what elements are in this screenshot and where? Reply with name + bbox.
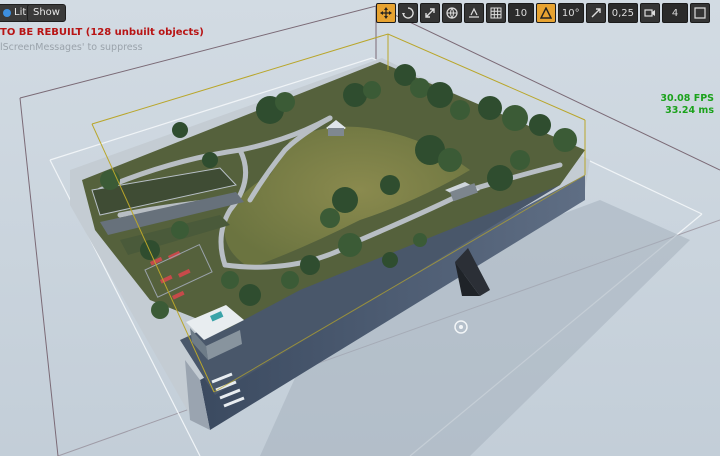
surface-snap-button[interactable] <box>463 3 484 23</box>
globe-icon <box>446 7 458 19</box>
maximize-viewport-button[interactable] <box>690 3 710 23</box>
translate-mode-button[interactable] <box>375 3 396 23</box>
scale-snap-button[interactable] <box>585 3 606 23</box>
lighting-rebuild-warning: TO BE REBUILT (128 unbuilt objects) <box>0 27 204 38</box>
rotate-mode-button[interactable] <box>397 3 418 23</box>
show-label: Show <box>33 7 60 18</box>
scene-render <box>0 0 720 456</box>
grid-snap-value[interactable]: 10 <box>507 3 534 23</box>
world-local-toggle[interactable] <box>441 3 462 23</box>
scale-snap-icon <box>591 8 601 18</box>
grid-snap-button[interactable] <box>485 3 506 23</box>
camera-icon <box>644 9 655 17</box>
rotation-snap-button[interactable] <box>535 3 556 23</box>
level-viewport[interactable]: Lit Show TO BE REBUILT (128 unbuilt obje… <box>0 0 720 456</box>
lit-label: Lit <box>14 7 27 18</box>
surface-snap-icon <box>468 7 479 18</box>
scale-snap-value[interactable]: 0,25 <box>607 3 638 23</box>
suppress-hint: lScreenMessages' to suppress <box>0 42 143 53</box>
viewport-toolbar: 10 10° 0,25 4 <box>375 3 710 23</box>
lit-sphere-icon <box>3 9 11 17</box>
frame-time-readout: 33.24 ms <box>665 105 714 116</box>
grid-icon <box>490 7 502 19</box>
camera-speed-button[interactable] <box>640 3 660 23</box>
show-flags-button[interactable]: Show <box>27 4 66 22</box>
scale-icon <box>425 8 435 18</box>
camera-speed-value[interactable]: 4 <box>662 3 688 23</box>
rotation-snap-value[interactable]: 10° <box>557 3 584 23</box>
angle-icon <box>539 7 552 19</box>
rotate-icon <box>401 7 414 19</box>
translate-icon <box>379 7 392 19</box>
fps-readout: 30.08 FPS <box>660 93 714 104</box>
maximize-icon <box>694 7 706 19</box>
scale-mode-button[interactable] <box>419 3 440 23</box>
